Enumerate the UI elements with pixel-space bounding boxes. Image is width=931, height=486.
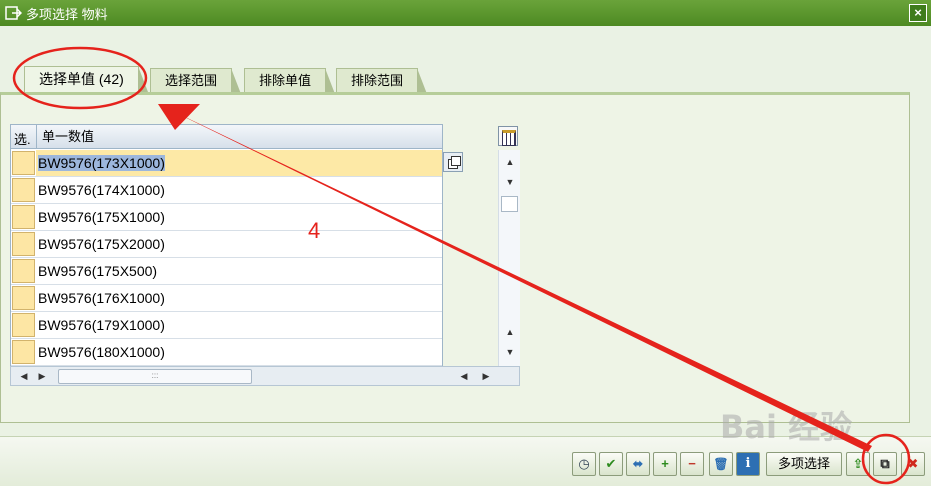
cancel-button[interactable]: ✖	[901, 452, 925, 476]
value-help-icon[interactable]	[443, 152, 463, 172]
page-down-icon[interactable]: ▼	[503, 344, 517, 360]
row-value-input[interactable]: BW9576(173X1000)	[36, 150, 442, 176]
row-selector[interactable]	[12, 286, 35, 310]
title-bar: 多项选择 物料	[0, 0, 931, 26]
scroll-right-icon[interactable]: ▶	[479, 368, 493, 384]
copy-entries-button[interactable]: ⬌	[626, 452, 650, 476]
vertical-scroll-thumb[interactable]	[501, 196, 518, 212]
values-table: 选. 单一数值 BW9576(173X1000) BW9576(174X1000…	[10, 124, 443, 366]
execute-button[interactable]: ◷	[572, 452, 596, 476]
watermark-logo: Bai 经验	[720, 408, 853, 446]
row-value-input[interactable]: BW9576(180X1000)	[36, 339, 442, 365]
window-close-button[interactable]: ×	[909, 4, 927, 22]
window-title: 多项选择 物料	[26, 6, 108, 22]
row-selector[interactable]	[12, 340, 35, 364]
tab-select-single-values[interactable]: 选择单值 (42)	[24, 66, 148, 93]
row-selector[interactable]	[12, 259, 35, 283]
row-selector[interactable]	[12, 178, 35, 202]
tab-exclude-single-values[interactable]: 排除单值	[244, 68, 336, 94]
scroll-left-icon[interactable]: ◀	[457, 368, 471, 384]
row-value-input[interactable]: BW9576(175X2000)	[36, 231, 442, 257]
multi-select-button[interactable]: 多项选择	[766, 452, 842, 476]
scroll-up-icon[interactable]: ▲	[503, 154, 517, 170]
horizontal-scroll-thumb[interactable]: :::	[58, 369, 252, 384]
table-row[interactable]: BW9576(176X1000)	[11, 285, 442, 312]
row-value-input[interactable]: BW9576(176X1000)	[36, 285, 442, 311]
table-row[interactable]: BW9576(175X2000)	[11, 231, 442, 258]
paste-clipboard-button[interactable]: ⧉	[873, 452, 897, 476]
row-value-input[interactable]: BW9576(175X1000)	[36, 204, 442, 230]
delete-all-button[interactable]: 🗑	[709, 452, 733, 476]
exit-icon	[5, 6, 22, 20]
table-row[interactable]: BW9576(180X1000)	[11, 339, 442, 366]
table-header: 选. 单一数值	[11, 125, 442, 149]
row-selector[interactable]	[12, 151, 35, 175]
row-selector[interactable]	[12, 313, 35, 337]
table-row[interactable]: BW9576(174X1000)	[11, 177, 442, 204]
column-header-single-value[interactable]: 单一数值	[36, 125, 94, 148]
row-selector[interactable]	[12, 232, 35, 256]
check-button[interactable]: ✔	[599, 452, 623, 476]
vertical-scrollbar[interactable]: ▲ ▼ ▲ ▼	[498, 150, 520, 366]
row-value-text: BW9576(173X1000)	[38, 155, 165, 171]
row-value-input[interactable]: BW9576(179X1000)	[36, 312, 442, 338]
table-row[interactable]: BW9576(175X500)	[11, 258, 442, 285]
scroll-down-icon[interactable]: ▼	[503, 174, 517, 190]
page-up-icon[interactable]: ▲	[503, 324, 517, 340]
insert-line-button[interactable]: +	[653, 452, 677, 476]
column-settings-icon[interactable]	[498, 126, 518, 146]
delete-line-button[interactable]: −	[680, 452, 704, 476]
scroll-right-icon[interactable]: ▶	[35, 368, 49, 384]
horizontal-scrollbar[interactable]: ◀ ▶ ::: ◀ ▶	[10, 366, 520, 386]
table-row[interactable]: BW9576(175X1000)	[11, 204, 442, 231]
table-row[interactable]: BW9576(173X1000)	[11, 150, 442, 177]
row-value-input[interactable]: BW9576(175X500)	[36, 258, 442, 284]
import-button[interactable]: ⇪	[846, 452, 870, 476]
info-button[interactable]: i	[736, 452, 760, 476]
scroll-left-icon[interactable]: ◀	[17, 368, 31, 384]
tab-select-ranges[interactable]: 选择范围	[150, 68, 242, 94]
column-header-select[interactable]: 选.	[14, 129, 31, 148]
row-value-input[interactable]: BW9576(174X1000)	[36, 177, 442, 203]
row-selector[interactable]	[12, 205, 35, 229]
tab-exclude-ranges[interactable]: 排除范围	[336, 68, 428, 94]
table-row[interactable]: BW9576(179X1000)	[11, 312, 442, 339]
